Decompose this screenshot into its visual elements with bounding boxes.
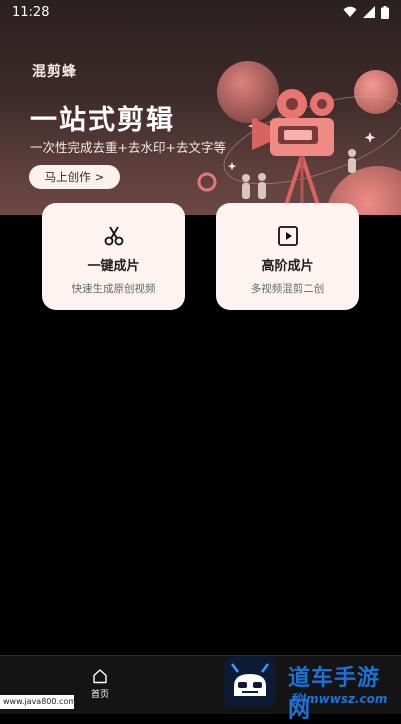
card-title: 一键成片 [87, 259, 140, 274]
watermark-logo [224, 656, 276, 708]
card-description: 多视频混剪二创 [250, 283, 325, 295]
app-logo: 混剪蜂 [32, 64, 77, 80]
one-click-video-card[interactable]: 一键成片 快速生成原创视频 [42, 203, 185, 310]
scissors-icon [104, 226, 123, 246]
wifi-icon [343, 6, 357, 17]
hero-subline: 一次性完成去重+去水印+去文字等 [30, 140, 226, 155]
car-robot-icon [231, 663, 269, 696]
status-bar: 11:28 [0, 0, 401, 24]
status-time: 11:28 [12, 4, 50, 20]
card-description: 快速生成原创视频 [71, 283, 156, 295]
card-title: 高阶成片 [261, 259, 314, 274]
watermark-domain-text: lmwwsz.com [302, 692, 388, 706]
decor-sphere-large [217, 61, 279, 123]
nav-item-home-label: 首页 [90, 690, 109, 700]
decor-ring [197, 172, 217, 192]
advanced-video-card[interactable]: 高阶成片 多视频混剪二创 [216, 203, 359, 310]
home-icon [93, 669, 107, 684]
status-icons [343, 5, 389, 19]
watermark-url: www.java800.com [0, 695, 76, 709]
sparkle-icon [364, 132, 376, 143]
watermark-site-prefix: 秒 [290, 692, 303, 706]
decor-sphere-right [354, 70, 398, 114]
cellular-icon [363, 6, 375, 18]
chevron-right-icon: > [94, 170, 105, 184]
hero-headline: 一站式剪辑 [30, 105, 175, 136]
watermark-site-domain: 秒lmwwsz.com [290, 690, 387, 707]
battery-icon [381, 5, 389, 19]
create-now-button[interactable]: 马上创作 > [29, 165, 120, 189]
play-icon [277, 226, 298, 246]
create-button-label: 马上创作 [44, 170, 91, 184]
sparkle-icon [227, 162, 237, 171]
nav-item-home[interactable]: 首页 [82, 668, 118, 708]
